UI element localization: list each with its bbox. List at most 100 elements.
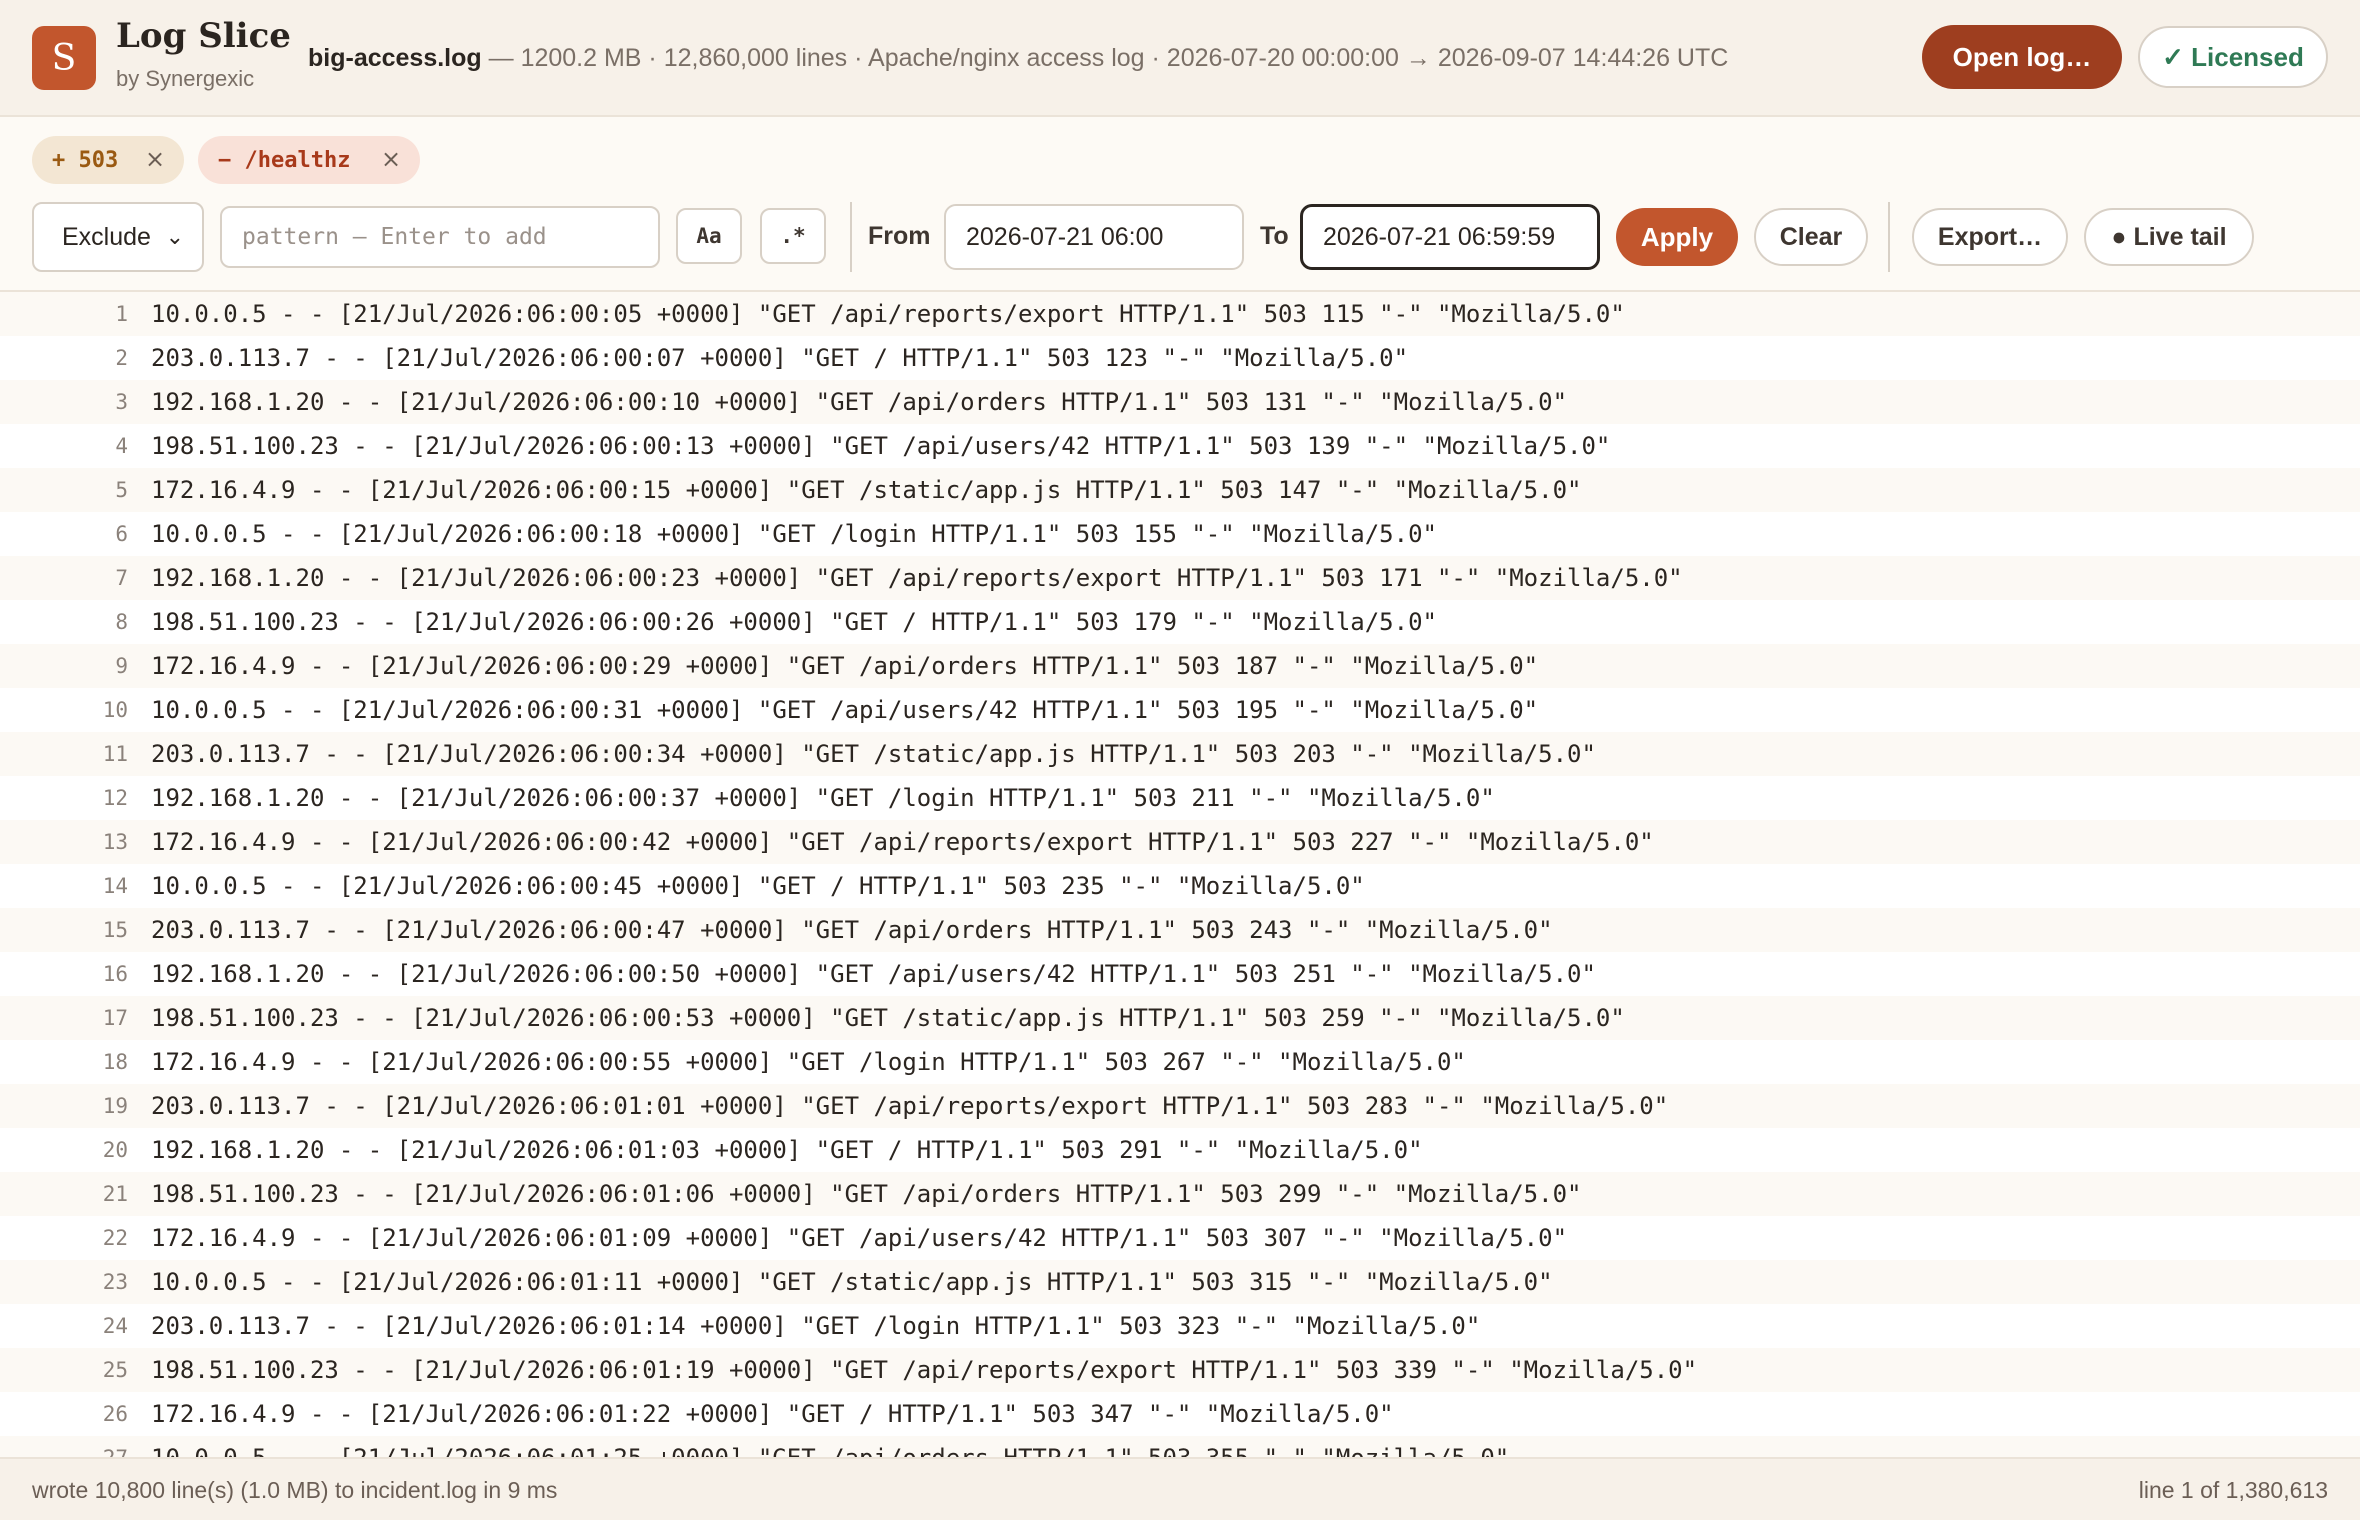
log-row[interactable]: 13 172.16.4.9 - - [21/Jul/2026:06:00:42 +… <box>0 820 2360 864</box>
log-line-text: 10.0.0.5 - - [21/Jul/2026:06:01:25 +0000… <box>151 1436 1509 1457</box>
status-bar: wrote 10,800 line(s) (1.0 MB) to inciden… <box>0 1457 2360 1520</box>
line-number: 13 <box>102 830 128 854</box>
line-number: 20 <box>102 1138 128 1162</box>
filter-mode-value: Exclude <box>62 222 151 251</box>
line-number: 15 <box>102 918 128 942</box>
log-line-text: 172.16.4.9 - - [21/Jul/2026:06:00:55 +00… <box>151 1048 1466 1076</box>
apply-button[interactable]: Apply <box>1616 208 1738 266</box>
log-line-text: 203.0.113.7 - - [21/Jul/2026:06:00:34 +0… <box>151 740 1596 768</box>
line-number: 25 <box>102 1358 128 1382</box>
file-info: big-access.log — 1200.2 MB · 12,860,000 … <box>308 44 1728 73</box>
chevron-down-icon: ⌄ <box>165 224 184 249</box>
log-line-text: 10.0.0.5 - - [21/Jul/2026:06:00:45 +0000… <box>151 872 1365 900</box>
log-row[interactable]: 27 10.0.0.5 - - [21/Jul/2026:06:01:25 +00… <box>0 1436 2360 1457</box>
clear-button[interactable]: Clear <box>1754 208 1868 266</box>
log-line-text: 172.16.4.9 - - [21/Jul/2026:06:01:09 +00… <box>151 1224 1568 1252</box>
log-line-text: 172.16.4.9 - - [21/Jul/2026:06:01:22 +00… <box>151 1400 1394 1428</box>
log-line-text: 198.51.100.23 - - [21/Jul/2026:06:00:53 … <box>151 1004 1625 1032</box>
app-header: S Log Slice by Synergexic big-access.log… <box>0 0 2360 117</box>
regex-toggle[interactable]: .* <box>760 208 826 264</box>
export-button[interactable]: Export… <box>1912 208 2068 266</box>
log-line-text: 203.0.113.7 - - [21/Jul/2026:06:01:01 +0… <box>151 1092 1669 1120</box>
log-row[interactable]: 22 172.16.4.9 - - [21/Jul/2026:06:01:09 +… <box>0 1216 2360 1260</box>
log-line-text: 198.51.100.23 - - [21/Jul/2026:06:00:26 … <box>151 608 1437 636</box>
from-label: From <box>868 222 931 250</box>
line-number: 21 <box>102 1182 128 1206</box>
close-icon[interactable]: × <box>380 147 402 171</box>
file-name: big-access.log <box>308 44 482 72</box>
line-number: 17 <box>102 1006 128 1030</box>
log-row[interactable]: 8 198.51.100.23 - - [21/Jul/2026:06:00:26… <box>0 600 2360 644</box>
line-number: 27 <box>0 1436 128 1457</box>
log-line-text: 172.16.4.9 - - [21/Jul/2026:06:00:15 +00… <box>151 476 1582 504</box>
line-number: 3 <box>115 390 128 414</box>
line-number: 9 <box>115 654 128 678</box>
line-number: 18 <box>102 1050 128 1074</box>
log-row[interactable]: 20 192.168.1.20 - - [21/Jul/2026:06:01:03… <box>0 1128 2360 1172</box>
line-number: 10 <box>102 698 128 722</box>
log-row[interactable]: 23 10.0.0.5 - - [21/Jul/2026:06:01:11 +00… <box>0 1260 2360 1304</box>
log-line-text: 192.168.1.20 - - [21/Jul/2026:06:00:23 +… <box>151 564 1683 592</box>
filter-chip-label: − /healthz <box>218 147 351 173</box>
log-line-text: 172.16.4.9 - - [21/Jul/2026:06:00:42 +00… <box>151 828 1654 856</box>
line-number: 8 <box>115 610 128 634</box>
line-number: 12 <box>102 786 128 810</box>
log-line-text: 198.51.100.23 - - [21/Jul/2026:06:01:06 … <box>151 1180 1582 1208</box>
licensed-button[interactable]: ✓ Licensed <box>2138 26 2328 88</box>
log-line-text: 172.16.4.9 - - [21/Jul/2026:06:00:29 +00… <box>151 652 1539 680</box>
log-row[interactable]: 9 172.16.4.9 - - [21/Jul/2026:06:00:29 +0… <box>0 644 2360 688</box>
log-line-text: 10.0.0.5 - - [21/Jul/2026:06:00:31 +0000… <box>151 696 1539 724</box>
log-row[interactable]: 1 10.0.0.5 - - [21/Jul/2026:06:00:05 +000… <box>0 292 2360 336</box>
case-sensitive-toggle[interactable]: Aa <box>676 208 742 264</box>
log-line-text: 10.0.0.5 - - [21/Jul/2026:06:00:18 +0000… <box>151 520 1437 548</box>
log-row[interactable]: 2 203.0.113.7 - - [21/Jul/2026:06:00:07 +… <box>0 336 2360 380</box>
to-label: To <box>1260 222 1289 250</box>
log-line-text: 192.168.1.20 - - [21/Jul/2026:06:00:37 +… <box>151 784 1495 812</box>
log-row[interactable]: 24 203.0.113.7 - - [21/Jul/2026:06:01:14 … <box>0 1304 2360 1348</box>
log-row[interactable]: 10 10.0.0.5 - - [21/Jul/2026:06:00:31 +00… <box>0 688 2360 732</box>
line-number: 4 <box>115 434 128 458</box>
log-view[interactable]: 1 10.0.0.5 - - [21/Jul/2026:06:00:05 +000… <box>0 292 2360 1457</box>
log-row[interactable]: 12 192.168.1.20 - - [21/Jul/2026:06:00:37… <box>0 776 2360 820</box>
log-row[interactable]: 11 203.0.113.7 - - [21/Jul/2026:06:00:34 … <box>0 732 2360 776</box>
log-line-text: 192.168.1.20 - - [21/Jul/2026:06:00:10 +… <box>151 388 1568 416</box>
log-row[interactable]: 4 198.51.100.23 - - [21/Jul/2026:06:00:13… <box>0 424 2360 468</box>
log-row[interactable]: 3 192.168.1.20 - - [21/Jul/2026:06:00:10 … <box>0 380 2360 424</box>
line-number: 5 <box>115 478 128 502</box>
log-row[interactable]: 7 192.168.1.20 - - [21/Jul/2026:06:00:23 … <box>0 556 2360 600</box>
log-row[interactable]: 21 198.51.100.23 - - [21/Jul/2026:06:01:0… <box>0 1172 2360 1216</box>
log-row[interactable]: 26 172.16.4.9 - - [21/Jul/2026:06:01:22 +… <box>0 1392 2360 1436</box>
line-number: 24 <box>102 1314 128 1338</box>
log-line-text: 10.0.0.5 - - [21/Jul/2026:06:00:05 +0000… <box>151 300 1625 328</box>
log-row[interactable]: 15 203.0.113.7 - - [21/Jul/2026:06:00:47 … <box>0 908 2360 952</box>
toolbar-divider <box>1888 202 1890 272</box>
log-row[interactable]: 5 172.16.4.9 - - [21/Jul/2026:06:00:15 +0… <box>0 468 2360 512</box>
filter-chip-label: + 503 <box>52 147 119 173</box>
line-number: 22 <box>102 1226 128 1250</box>
to-date-input[interactable] <box>1300 204 1600 270</box>
open-log-button[interactable]: Open log… <box>1922 25 2122 89</box>
close-icon[interactable]: × <box>144 147 166 171</box>
pattern-input[interactable] <box>220 206 660 268</box>
line-number: 19 <box>102 1094 128 1118</box>
log-row[interactable]: 14 10.0.0.5 - - [21/Jul/2026:06:00:45 +00… <box>0 864 2360 908</box>
log-line-text: 10.0.0.5 - - [21/Jul/2026:06:01:11 +0000… <box>151 1268 1553 1296</box>
log-row[interactable]: 16 192.168.1.20 - - [21/Jul/2026:06:00:50… <box>0 952 2360 996</box>
log-row[interactable]: 19 203.0.113.7 - - [21/Jul/2026:06:01:01 … <box>0 1084 2360 1128</box>
log-row[interactable]: 25 198.51.100.23 - - [21/Jul/2026:06:01:1… <box>0 1348 2360 1392</box>
filter-chip-include: + 503 × <box>32 136 184 184</box>
log-row[interactable]: 6 10.0.0.5 - - [21/Jul/2026:06:00:18 +000… <box>0 512 2360 556</box>
line-number: 1 <box>115 302 128 326</box>
line-number: 11 <box>102 742 128 766</box>
from-date-input[interactable] <box>944 204 1244 270</box>
log-line-text: 198.51.100.23 - - [21/Jul/2026:06:00:13 … <box>151 432 1611 460</box>
filter-mode-select[interactable]: Exclude ⌄ <box>32 202 204 272</box>
log-row[interactable]: 18 172.16.4.9 - - [21/Jul/2026:06:00:55 +… <box>0 1040 2360 1084</box>
log-row[interactable]: 17 198.51.100.23 - - [21/Jul/2026:06:00:5… <box>0 996 2360 1040</box>
line-number: 7 <box>115 566 128 590</box>
log-line-text: 203.0.113.7 - - [21/Jul/2026:06:00:47 +0… <box>151 916 1553 944</box>
app-logo: S <box>32 26 96 90</box>
filter-chip-exclude: − /healthz × <box>198 136 420 184</box>
status-message: wrote 10,800 line(s) (1.0 MB) to inciden… <box>32 1477 558 1503</box>
live-tail-button[interactable]: ● Live tail <box>2084 208 2254 266</box>
